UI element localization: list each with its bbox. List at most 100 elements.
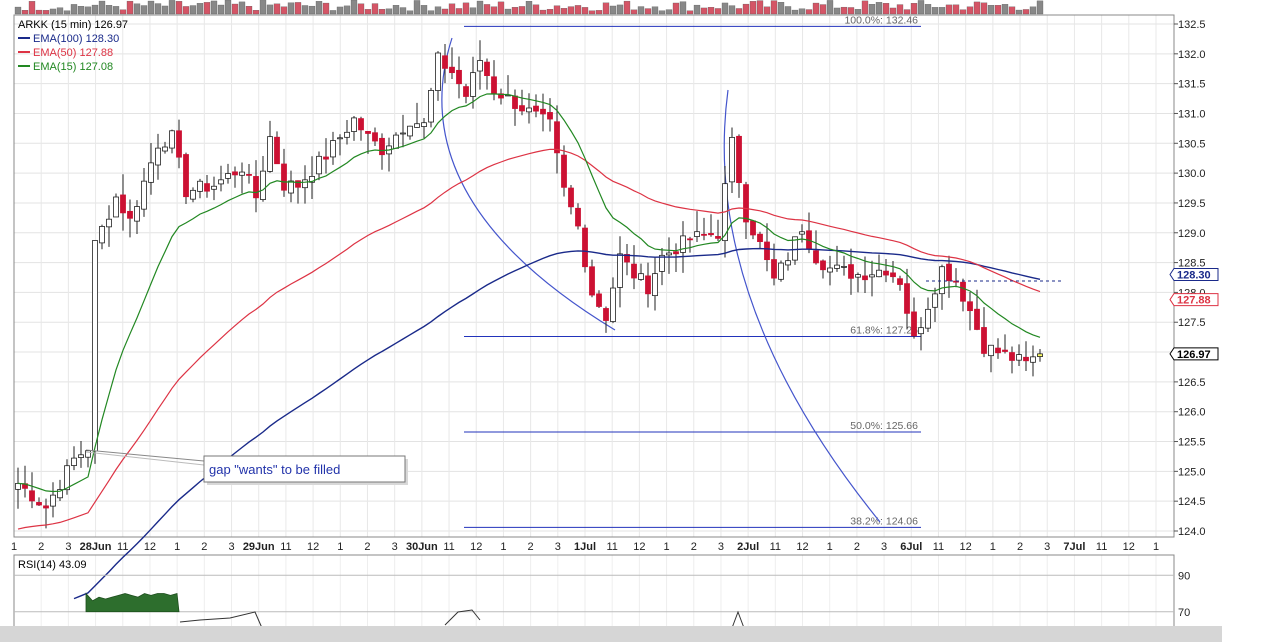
- volume-bar: [1022, 9, 1030, 15]
- candle-body: [778, 262, 784, 280]
- volume-bar: [553, 5, 561, 15]
- volume-bar: [651, 6, 659, 15]
- legend-label: EMA(15) 127.08: [33, 61, 113, 73]
- candle-body: [400, 132, 406, 135]
- candle-body: [554, 121, 560, 154]
- volume-bar: [56, 7, 64, 15]
- volume-bar: [259, 0, 267, 15]
- candle-body: [883, 270, 889, 276]
- y-tick-label: 124.0: [1178, 526, 1206, 538]
- y-tick-label: 124.5: [1178, 496, 1206, 508]
- volume-bar: [91, 4, 99, 15]
- volume-bar: [385, 8, 393, 15]
- price-chart[interactable]: 100.0%: 132.46 61.8%: 127.26 50.0%: 125.66…: [0, 0, 1263, 642]
- volume-bar: [357, 3, 365, 15]
- volume-bar: [469, 7, 477, 15]
- candle-body: [673, 251, 679, 255]
- candle-body: [897, 278, 903, 285]
- candle-body: [379, 137, 385, 156]
- volume-bar: [833, 7, 841, 15]
- candle-body: [323, 156, 329, 160]
- candle-body: [575, 207, 581, 227]
- volume-bar: [728, 5, 736, 15]
- volume-bar: [868, 4, 876, 15]
- volume-bar: [637, 6, 645, 15]
- volume-bar: [49, 8, 57, 15]
- candle-body: [435, 52, 441, 91]
- candle-body: [463, 86, 469, 97]
- x-tick-label: 11: [280, 541, 291, 553]
- volume-bar: [399, 7, 407, 15]
- x-tick-label: 30Jun: [406, 541, 438, 553]
- volume-bar: [315, 1, 323, 15]
- y-tick-label: 129.5: [1178, 198, 1206, 210]
- candle-body: [1016, 354, 1022, 361]
- candle-body: [813, 250, 819, 264]
- x-tick-label: 12: [470, 541, 482, 553]
- candle-body: [750, 220, 756, 236]
- candle-body: [92, 240, 98, 452]
- candle-body: [260, 170, 266, 200]
- candle-body: [169, 130, 175, 149]
- candle-body: [1023, 356, 1029, 362]
- volume-bar: [483, 4, 491, 15]
- horizontal-scrollbar[interactable]: [0, 626, 1222, 642]
- volume-bar: [217, 4, 225, 15]
- candle-body: [344, 131, 350, 138]
- candle-body: [1009, 352, 1015, 361]
- candle-body: [512, 95, 518, 109]
- volume-bar: [182, 6, 190, 15]
- candle-body: [190, 189, 196, 200]
- volume-bar: [875, 2, 883, 15]
- candle-body: [99, 226, 105, 244]
- x-tick-label: 1: [1153, 541, 1159, 553]
- candle-body: [708, 233, 714, 236]
- volume-bar: [987, 5, 995, 15]
- volume-bar: [546, 9, 554, 15]
- candle-body: [617, 253, 623, 288]
- volume-bar: [931, 7, 939, 15]
- volume-bar: [301, 5, 309, 15]
- rsi-tick-label: 70: [1178, 607, 1190, 619]
- candle-body: [736, 135, 742, 183]
- candle-body: [428, 90, 434, 123]
- x-tick-label: 2: [854, 541, 860, 553]
- candle-body: [680, 235, 686, 253]
- x-tick-label: 1: [664, 541, 670, 553]
- volume-bar: [196, 3, 204, 15]
- candle-body: [890, 272, 896, 278]
- volume-bar: [966, 6, 974, 15]
- candle-body: [533, 105, 539, 112]
- candle-body: [701, 233, 707, 236]
- y-tick-label: 131.0: [1178, 108, 1206, 120]
- volume-bar: [595, 10, 603, 15]
- volume-bar: [560, 8, 568, 15]
- volume-bar: [644, 8, 652, 15]
- x-tick-label: 2: [201, 541, 207, 553]
- candle-body: [631, 263, 637, 279]
- x-tick-label: 11: [117, 541, 128, 553]
- candle-body: [764, 241, 770, 261]
- x-tick-label: 11: [606, 541, 617, 553]
- volume-bar: [455, 8, 463, 15]
- volume-bar: [840, 6, 848, 15]
- x-tick-label: 3: [555, 541, 561, 553]
- volume-bar: [350, 0, 358, 15]
- candle-body: [155, 147, 161, 166]
- volume-bar: [714, 8, 722, 15]
- x-tick-label: 2: [364, 541, 370, 553]
- volume-bar: [490, 6, 498, 15]
- volume-bar: [392, 5, 400, 15]
- volume-bar: [686, 10, 694, 15]
- volume-bar: [574, 5, 582, 15]
- price-tag-label: 126.97: [1177, 349, 1211, 361]
- legend-label: EMA(50) 127.88: [33, 47, 113, 59]
- candle-body: [330, 140, 336, 158]
- x-tick-label: 2: [528, 541, 534, 553]
- volume-bar: [1008, 6, 1016, 15]
- candle-body: [106, 218, 112, 228]
- candle-body: [127, 210, 133, 219]
- x-tick-label: 3: [718, 541, 724, 553]
- candle-body: [456, 69, 462, 85]
- candle-body: [302, 179, 308, 189]
